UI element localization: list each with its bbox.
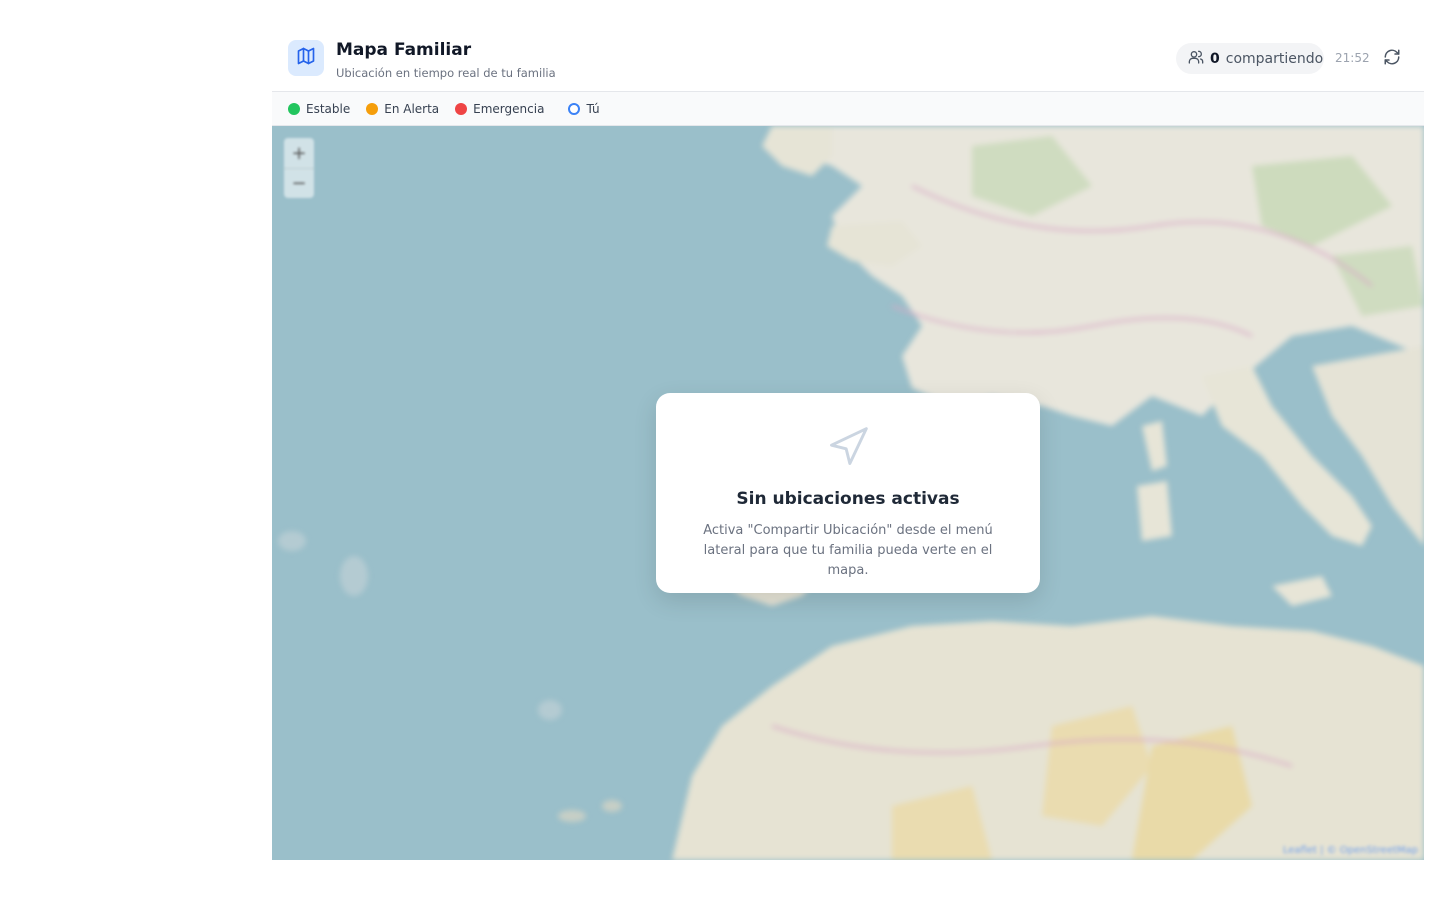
users-icon [1188, 49, 1204, 69]
legend-item-stable: Estable [288, 102, 350, 116]
map-logo [288, 40, 324, 76]
stable-dot-icon [288, 102, 300, 115]
legend-item-alert: En Alerta [366, 102, 439, 116]
sharing-count-badge[interactable]: 0 compartiendo [1176, 43, 1324, 74]
page-subtitle: Ubicación en tiempo real de tu familia [336, 66, 556, 80]
legend-label: Estable [306, 101, 351, 116]
navigation-arrow-icon [826, 425, 870, 473]
last-update-time: 21:52 [1335, 51, 1370, 65]
map-header: Mapa Familiar Ubicación en tiempo real d… [272, 24, 1424, 92]
map-icon [296, 46, 316, 70]
you-ring-icon [568, 102, 581, 115]
empty-state-title: Sin ubicaciones activas [736, 489, 960, 509]
emergency-dot-icon [455, 102, 468, 115]
zoom-out-button[interactable]: − [284, 168, 314, 198]
legend-label: En Alerta [384, 101, 440, 116]
legend-item-emergency: Emergencia [455, 102, 544, 116]
map-view[interactable]: + − Leaflet | © OpenStreetMap Sin ubicac… [272, 126, 1424, 860]
empty-state-message: Activa "Compartir Ubicación" desde el me… [703, 523, 993, 578]
page-title: Mapa Familiar [336, 40, 472, 60]
status-legend: Estable En Alerta Emergencia Tú [272, 92, 1424, 126]
sharing-count: 0 [1210, 50, 1220, 67]
sharing-label: compartiendo [1225, 50, 1324, 67]
family-map-card: Mapa Familiar Ubicación en tiempo real d… [272, 24, 1424, 860]
refresh-icon [1383, 48, 1401, 70]
empty-state-card: Sin ubicaciones activas Activa "Comparti… [656, 393, 1040, 593]
zoom-controls: + − [284, 138, 314, 198]
legend-label: Tú [586, 101, 600, 116]
map-attribution[interactable]: Leaflet | © OpenStreetMap [1283, 845, 1418, 856]
legend-label: Emergencia [473, 101, 545, 116]
alert-dot-icon [366, 102, 379, 115]
refresh-button[interactable] [1380, 48, 1404, 70]
legend-item-you: Tú [568, 101, 600, 116]
zoom-in-button[interactable]: + [284, 138, 314, 168]
